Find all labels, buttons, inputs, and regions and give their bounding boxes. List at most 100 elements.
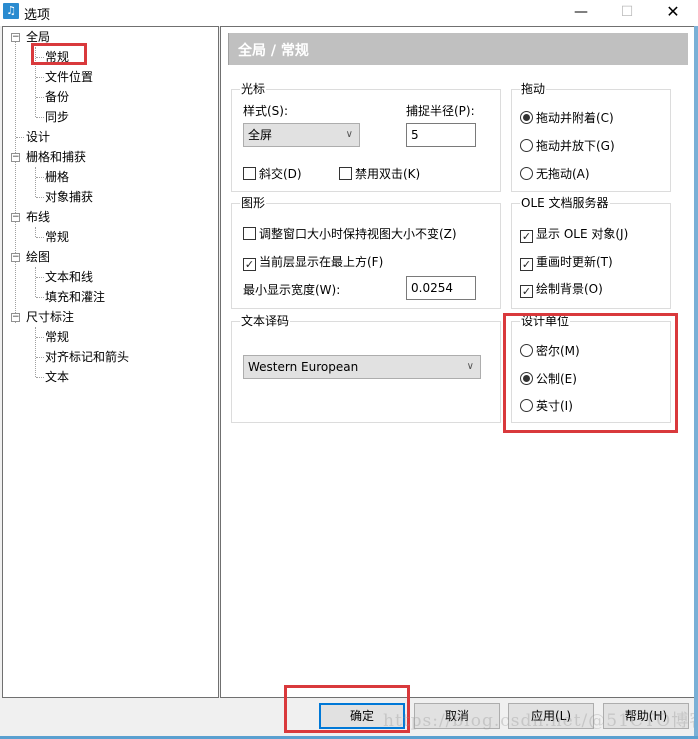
disable-doubleclick-checkbox[interactable]: 禁用双击(K) bbox=[339, 166, 420, 182]
ok-button[interactable]: 确定 bbox=[319, 703, 405, 729]
apply-button[interactable]: 应用(L) bbox=[508, 703, 594, 729]
min-width-input[interactable]: 0.0254 bbox=[406, 276, 476, 300]
radio-selected-icon bbox=[520, 372, 533, 385]
radio-icon bbox=[520, 399, 533, 412]
collapse-icon[interactable]: − bbox=[11, 213, 20, 222]
tree-connector bbox=[36, 297, 44, 298]
show-ole-label: 显示 OLE 对象(J) bbox=[536, 227, 629, 241]
draw-background-label: 绘制背景(O) bbox=[536, 282, 603, 296]
draw-background-checkbox[interactable]: ✓ 绘制背景(O) bbox=[520, 281, 603, 298]
tree-connector bbox=[36, 357, 44, 358]
tree-item-routing-general[interactable]: 常规 bbox=[45, 227, 69, 247]
checkmark-icon: ✓ bbox=[520, 285, 533, 298]
tree-item-align-arrows[interactable]: 对齐标记和箭头 bbox=[45, 347, 129, 367]
tree-item-dimensioning[interactable]: 尺寸标注 bbox=[26, 307, 74, 327]
tree-item-routing[interactable]: 布线 bbox=[26, 207, 50, 227]
tree-item-backup[interactable]: 备份 bbox=[45, 87, 69, 107]
tree-item-grid-snap[interactable]: 栅格和捕获 bbox=[26, 147, 86, 167]
radio-icon bbox=[520, 167, 533, 180]
minimize-button[interactable]: — bbox=[558, 0, 604, 24]
drag-drop-radio[interactable]: 拖动并放下(G) bbox=[520, 138, 615, 154]
collapse-icon[interactable]: − bbox=[11, 153, 20, 162]
collapse-icon[interactable]: − bbox=[11, 313, 20, 322]
content-panel: 全局 / 常规 光标 样式(S): 全屏 ∨ 捕捉半径(P): 5 斜交(D) … bbox=[220, 26, 696, 698]
tree-item-global-general[interactable]: 常规 bbox=[45, 47, 69, 67]
metric-label: 公制(E) bbox=[536, 372, 577, 386]
tree-item-sync[interactable]: 同步 bbox=[45, 107, 69, 127]
page-title: 全局 / 常规 bbox=[238, 43, 309, 59]
maximize-button[interactable]: ☐ bbox=[604, 0, 650, 24]
min-width-label: 最小显示宽度(W): bbox=[243, 283, 341, 297]
chevron-down-icon: ∨ bbox=[345, 129, 353, 140]
active-layer-top-label: 当前层显示在最上方(F) bbox=[259, 255, 384, 269]
window-title: 选项 bbox=[24, 8, 51, 23]
options-tree[interactable]: − 全局 常规 文件位置 备份 同步 设计 − 栅格和捕获 栅格 对象捕获 − … bbox=[2, 26, 219, 698]
tree-item-dim-general[interactable]: 常规 bbox=[45, 327, 69, 347]
tree-connector bbox=[36, 197, 44, 198]
text-encoding-group: 文本译码 Western European ∨ bbox=[231, 313, 501, 423]
text-encoding-select[interactable]: Western European ∨ bbox=[243, 355, 481, 379]
snap-radius-input[interactable]: 5 bbox=[406, 123, 476, 147]
style-label: 样式(S): bbox=[243, 104, 289, 118]
tree-item-drawing[interactable]: 绘图 bbox=[26, 247, 50, 267]
checkmark-icon: ✓ bbox=[520, 258, 533, 271]
tree-item-text-lines[interactable]: 文本和线 bbox=[45, 267, 93, 287]
keep-view-size-label: 调整窗口大小时保持视图大小不变(Z) bbox=[259, 227, 457, 241]
text-encoding-value: Western European bbox=[248, 360, 359, 374]
drag-group-title: 拖动 bbox=[520, 81, 547, 97]
inches-radio[interactable]: 英寸(I) bbox=[520, 398, 573, 414]
tree-connector bbox=[36, 177, 44, 178]
help-button[interactable]: 帮助(H) bbox=[603, 703, 689, 729]
diagonal-checkbox[interactable]: 斜交(D) bbox=[243, 166, 302, 182]
tree-connector bbox=[36, 377, 44, 378]
snap-radius-label: 捕捉半径(P): bbox=[406, 104, 475, 118]
tree-connector bbox=[35, 267, 36, 297]
active-layer-top-checkbox[interactable]: ✓ 当前层显示在最上方(F) bbox=[243, 254, 384, 271]
tree-item-fill-pour[interactable]: 填充和灌注 bbox=[45, 287, 105, 307]
checkbox-icon bbox=[339, 167, 352, 180]
tree-item-global[interactable]: 全局 bbox=[26, 27, 50, 47]
drag-group: 拖动 拖动并附着(C) 拖动并放下(G) 无拖动(A) bbox=[511, 81, 671, 192]
tree-connector bbox=[36, 77, 44, 78]
mils-label: 密尔(M) bbox=[536, 344, 580, 358]
graphics-group-title: 图形 bbox=[240, 195, 267, 211]
no-drag-radio[interactable]: 无拖动(A) bbox=[520, 166, 590, 182]
radio-icon bbox=[520, 139, 533, 152]
tree-connector bbox=[36, 237, 44, 238]
checkbox-icon bbox=[243, 167, 256, 180]
redraw-update-label: 重画时更新(T) bbox=[536, 255, 613, 269]
diagonal-label: 斜交(D) bbox=[259, 167, 302, 181]
tree-connector bbox=[15, 42, 16, 323]
keep-view-size-checkbox[interactable]: 调整窗口大小时保持视图大小不变(Z) bbox=[243, 226, 457, 242]
tree-item-design[interactable]: 设计 bbox=[26, 127, 50, 147]
collapse-icon[interactable]: − bbox=[11, 33, 20, 42]
metric-radio[interactable]: 公制(E) bbox=[520, 371, 577, 387]
drag-attach-radio[interactable]: 拖动并附着(C) bbox=[520, 110, 614, 126]
collapse-icon[interactable]: − bbox=[11, 253, 20, 262]
tree-item-grid[interactable]: 栅格 bbox=[45, 167, 69, 187]
style-select-value: 全屏 bbox=[248, 128, 273, 142]
radio-icon bbox=[520, 344, 533, 357]
tree-connector bbox=[35, 227, 36, 237]
tree-item-dim-text[interactable]: 文本 bbox=[45, 367, 69, 387]
cursor-group-title: 光标 bbox=[240, 81, 267, 97]
redraw-update-checkbox[interactable]: ✓ 重画时更新(T) bbox=[520, 254, 613, 271]
style-select[interactable]: 全屏 ∨ bbox=[243, 123, 360, 147]
drag-attach-label: 拖动并附着(C) bbox=[536, 111, 614, 125]
chevron-down-icon: ∨ bbox=[466, 361, 474, 372]
page-header: 全局 / 常规 bbox=[228, 33, 688, 65]
inches-label: 英寸(I) bbox=[536, 399, 573, 413]
design-units-group-title: 设计单位 bbox=[520, 313, 571, 329]
show-ole-checkbox[interactable]: ✓ 显示 OLE 对象(J) bbox=[520, 226, 629, 243]
tree-item-object-snap[interactable]: 对象捕获 bbox=[45, 187, 93, 207]
app-music-icon: ♫ bbox=[3, 3, 19, 19]
cancel-button[interactable]: 取消 bbox=[414, 703, 500, 729]
close-button[interactable]: ✕ bbox=[650, 0, 696, 24]
ole-group-title: OLE 文档服务器 bbox=[520, 195, 610, 211]
tree-connector bbox=[36, 337, 44, 338]
tree-connector bbox=[36, 117, 44, 118]
mils-radio[interactable]: 密尔(M) bbox=[520, 343, 580, 359]
tree-connector bbox=[16, 137, 24, 138]
tree-item-file-locations[interactable]: 文件位置 bbox=[45, 67, 93, 87]
window-edge bbox=[694, 26, 698, 739]
